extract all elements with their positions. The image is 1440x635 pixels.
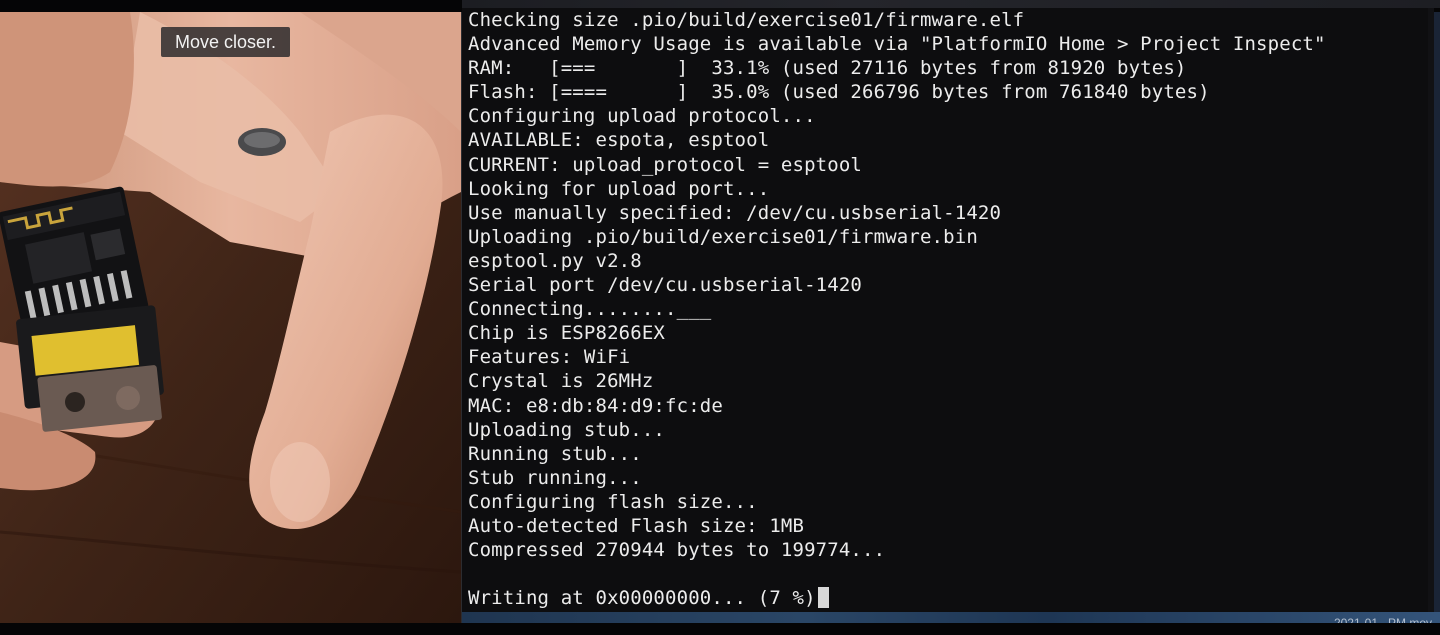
terminal-line: Looking for upload port...: [468, 177, 770, 200]
terminal-line: Uploading stub...: [468, 418, 666, 441]
terminal-line: AVAILABLE: espota, esptool: [468, 129, 770, 152]
terminal-line: Features: WiFi: [468, 346, 631, 369]
terminal-output: Checking size .pio/build/exercise01/firm…: [468, 8, 1326, 610]
terminal-line: Chip is ESP8266EX: [468, 322, 666, 345]
terminal-line: Uploading .pio/build/exercise01/firmware…: [468, 225, 978, 248]
terminal-line: CURRENT: upload_protocol = esptool: [468, 153, 863, 176]
terminal-line: Compressed 270944 bytes to 199774...: [468, 539, 886, 562]
terminal-line: esptool.py v2.8: [468, 249, 642, 272]
text-cursor: [817, 587, 829, 609]
terminal-tab-bar[interactable]: [462, 0, 1440, 8]
terminal-line: Configuring upload protocol...: [468, 105, 816, 128]
terminal-line: RAM: [=== ] 33.1% (used 27116 bytes from…: [468, 57, 1187, 80]
camera-video-panel: Move closer.: [0, 12, 461, 623]
terminal-line: Checking size .pio/build/exercise01/firm…: [468, 9, 1025, 31]
terminal-line: Running stub...: [468, 442, 642, 465]
terminal-line: Stub running...: [468, 466, 642, 489]
terminal-prompt-line[interactable]: Writing at 0x00000000... (7 %): [468, 586, 1326, 610]
terminal-line: Crystal is 26MHz: [468, 370, 654, 393]
terminal-window[interactable]: Checking size .pio/build/exercise01/firm…: [462, 8, 1434, 612]
terminal-scrollbar[interactable]: [1428, 8, 1434, 612]
terminal-progress-text: Writing at 0x00000000... (7 %): [468, 587, 816, 610]
screen: Move closer. Checking size .pio/build/ex…: [0, 0, 1440, 635]
terminal-line: Serial port /dev/cu.usbserial-1420: [468, 274, 863, 297]
terminal-line: Flash: [==== ] 35.0% (used 266796 bytes …: [468, 81, 1210, 104]
video-caption-label: Move closer.: [161, 27, 291, 57]
terminal-line: MAC: e8:db:84:d9:fc:de: [468, 394, 723, 417]
terminal-line: Auto-detected Flash size: 1MB: [468, 514, 805, 537]
bottom-edge: [0, 623, 1440, 635]
camera-feed-image: [0, 12, 461, 623]
terminal-line: Advanced Memory Usage is available via "…: [468, 33, 1326, 56]
terminal-line: Configuring flash size...: [468, 490, 758, 513]
terminal-line: Connecting........___: [468, 298, 712, 321]
terminal-line: Use manually specified: /dev/cu.usbseria…: [468, 201, 1002, 224]
